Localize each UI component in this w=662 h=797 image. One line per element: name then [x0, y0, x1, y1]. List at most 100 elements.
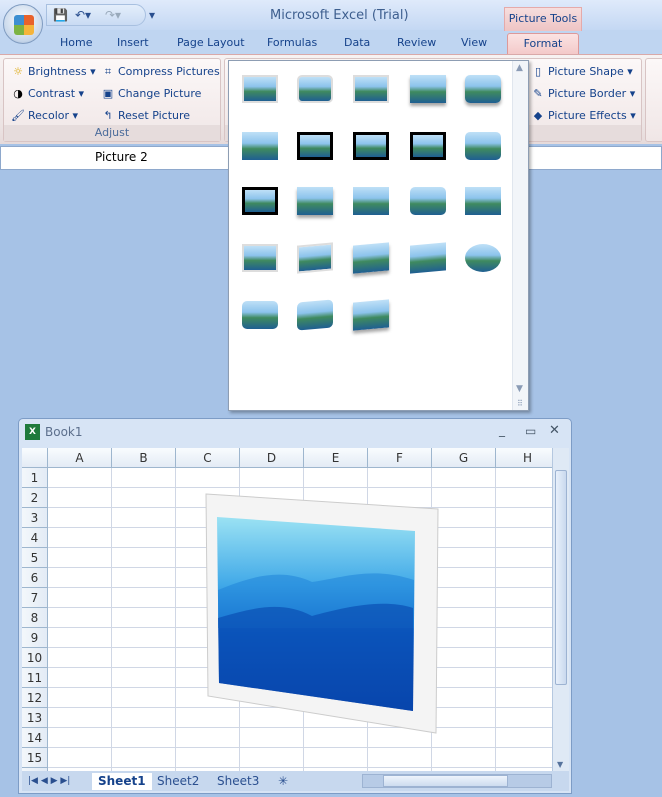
redo-icon[interactable]: ↷▾ — [105, 8, 121, 22]
gallery-style-simple-frame-black[interactable] — [402, 120, 452, 170]
gallery-scrollbar[interactable]: ▲ ▼ ⠿ — [512, 61, 528, 410]
workbook-title: Book1 — [45, 425, 83, 439]
sheet-tab-sheet1[interactable]: Sheet1 — [92, 773, 152, 790]
picture-thumbnail-icon — [297, 242, 333, 274]
compress-icon: ⌗ — [104, 65, 112, 78]
picture-thumbnail-icon — [353, 242, 389, 274]
save-icon[interactable]: 💾 — [53, 8, 68, 22]
close-button[interactable]: ✕ — [549, 423, 560, 438]
gallery-style-bevel-rectangle[interactable] — [234, 289, 284, 339]
picture-thumbnail-icon — [297, 132, 333, 160]
picture-thumbnail-icon — [410, 132, 446, 160]
office-logo-icon — [14, 15, 34, 35]
picture-thumbnail-icon — [242, 244, 278, 272]
horizontal-scrollbar[interactable] — [362, 774, 552, 788]
gallery-style-bevel-oval[interactable] — [457, 120, 507, 170]
adjust-group-label: Adjust — [4, 125, 220, 141]
picture[interactable] — [22, 448, 552, 771]
picture-thumbnail-icon — [353, 75, 389, 103]
scroll-up-icon[interactable]: ▲ — [516, 63, 523, 73]
picture-thumbnail-icon — [410, 242, 446, 274]
gallery-style-reflected-perspective-right[interactable] — [345, 289, 395, 339]
tab-review[interactable]: Review — [397, 36, 436, 49]
picture-thumbnail-icon — [297, 299, 333, 331]
picture-tools-label: Picture Tools — [504, 7, 582, 31]
gallery-style-rotated-white[interactable] — [289, 232, 339, 282]
picture-thumbnail-icon — [465, 187, 501, 215]
contrast-icon: ◑ — [13, 87, 23, 100]
worksheet-grid[interactable]: A B C D E F G H 1 2 3 4 5 6 7 8 9 10 11 12 13 14 15 — [22, 448, 552, 771]
picture-thumbnail-icon — [353, 132, 389, 160]
picture-effects-button[interactable]: ◆ Picture Effects ▾ — [531, 109, 636, 122]
vertical-scrollbar[interactable]: ▼ — [552, 448, 569, 771]
picture-thumbnail-icon — [353, 299, 389, 331]
picture-thumbnail-icon — [242, 301, 278, 329]
office-button[interactable] — [3, 4, 43, 44]
change-picture-button[interactable]: ▣ Change Picture — [101, 87, 202, 100]
sheet-nav-icons[interactable]: |◀ ◀ ▶ ▶| — [28, 773, 70, 790]
gallery-style-soft-edge[interactable] — [234, 120, 284, 170]
picture-thumbnail-icon — [465, 75, 501, 103]
minimize-button[interactable]: _ — [499, 423, 505, 437]
picture-thumbnail-icon — [297, 75, 333, 103]
recolor-icon: 🖌 — [11, 109, 25, 122]
reset-picture-button[interactable]: ↰ Reset Picture — [101, 109, 190, 122]
sheet-tab-sheet3[interactable]: Sheet3 — [217, 773, 259, 790]
tab-page-layout[interactable]: Page Layout — [177, 36, 245, 49]
tab-format[interactable]: Format — [507, 33, 579, 55]
scroll-down-icon[interactable]: ▼ — [516, 384, 523, 394]
gallery-style-beveled-matte-white[interactable] — [289, 63, 339, 113]
horizontal-scroll-thumb[interactable] — [383, 775, 508, 787]
scroll-down-icon[interactable]: ▼ — [557, 760, 563, 769]
picture-styles-gallery: ▲ ▼ ⠿ — [228, 60, 529, 411]
customize-qat-icon[interactable]: ▾ — [149, 8, 155, 22]
quick-access-toolbar: 💾 ↶▾ ↷▾ ▾ — [46, 4, 155, 26]
picture-thumbnail-icon — [353, 187, 389, 215]
sheet-tab-sheet2[interactable]: Sheet2 — [157, 773, 199, 790]
compress-pictures-button[interactable]: ⌗ Compress Pictures — [101, 65, 220, 79]
effects-icon: ◆ — [533, 109, 543, 122]
picture-thumbnail-icon — [297, 187, 333, 215]
recolor-button[interactable]: 🖌 Recolor ▾ — [11, 109, 78, 122]
gallery-style-rounded-diagonal-corner[interactable] — [402, 175, 452, 225]
gallery-style-snip-diagonal-corner[interactable] — [457, 175, 507, 225]
tab-formulas[interactable]: Formulas — [267, 36, 317, 49]
picture-thumbnail-icon — [242, 75, 278, 103]
gallery-style-soft-edge-rectangle[interactable] — [345, 175, 395, 225]
app-title: Microsoft Excel (Trial) — [270, 8, 409, 23]
reset-picture-icon: ↰ — [103, 109, 113, 122]
name-box-value: Picture 2 — [95, 150, 148, 164]
gallery-style-soft-edge-oval[interactable] — [457, 232, 507, 282]
picture-thumbnail-icon — [465, 244, 501, 272]
vertical-scroll-thumb[interactable] — [555, 470, 567, 685]
tab-view[interactable]: View — [461, 36, 487, 49]
contrast-button[interactable]: ◑ Contrast ▾ — [11, 87, 84, 100]
tab-home[interactable]: Home — [60, 36, 92, 49]
gallery-style-center-shadow-rectangle[interactable] — [289, 175, 339, 225]
sheet-tab-bar: |◀ ◀ ▶ ▶| Sheet1 Sheet2 Sheet3 ✳ — [22, 771, 569, 791]
maximize-button[interactable]: ▭ — [525, 424, 536, 438]
gallery-style-drop-shadow-rectangle[interactable] — [402, 63, 452, 113]
picture-border-button[interactable]: ✎ Picture Border ▾ — [531, 87, 635, 100]
sun-icon: ☼ — [13, 65, 23, 78]
gallery-style-reflected-rounded[interactable] — [457, 63, 507, 113]
gallery-style-perspective-shadow[interactable] — [345, 232, 395, 282]
resize-grip-icon[interactable]: ⠿ — [517, 399, 523, 408]
tab-insert[interactable]: Insert — [117, 36, 149, 49]
adjust-group: ☼ Brightness ▾ ◑ Contrast ▾ 🖌 Recolor ▾ ⌗ Co… — [3, 58, 221, 142]
gallery-style-simple-frame-white[interactable] — [234, 63, 284, 113]
insert-sheet-icon[interactable]: ✳ — [278, 773, 288, 790]
picture-shape-button[interactable]: ▯ Picture Shape ▾ — [531, 65, 633, 78]
excel-icon: X — [25, 424, 40, 440]
picture-thumbnail-icon — [410, 187, 446, 215]
gallery-style-thick-matte-black[interactable] — [345, 120, 395, 170]
gallery-style-compound-frame-black[interactable] — [234, 175, 284, 225]
gallery-style-double-frame-black[interactable] — [289, 120, 339, 170]
gallery-style-moderate-frame-white[interactable] — [234, 232, 284, 282]
gallery-style-relaxed-perspective[interactable] — [402, 232, 452, 282]
gallery-style-bevel-perspective[interactable] — [289, 289, 339, 339]
brightness-button[interactable]: ☼ Brightness ▾ — [11, 65, 96, 78]
gallery-style-metal-frame[interactable] — [345, 63, 395, 113]
tab-data[interactable]: Data — [344, 36, 370, 49]
undo-icon[interactable]: ↶▾ — [75, 8, 91, 22]
